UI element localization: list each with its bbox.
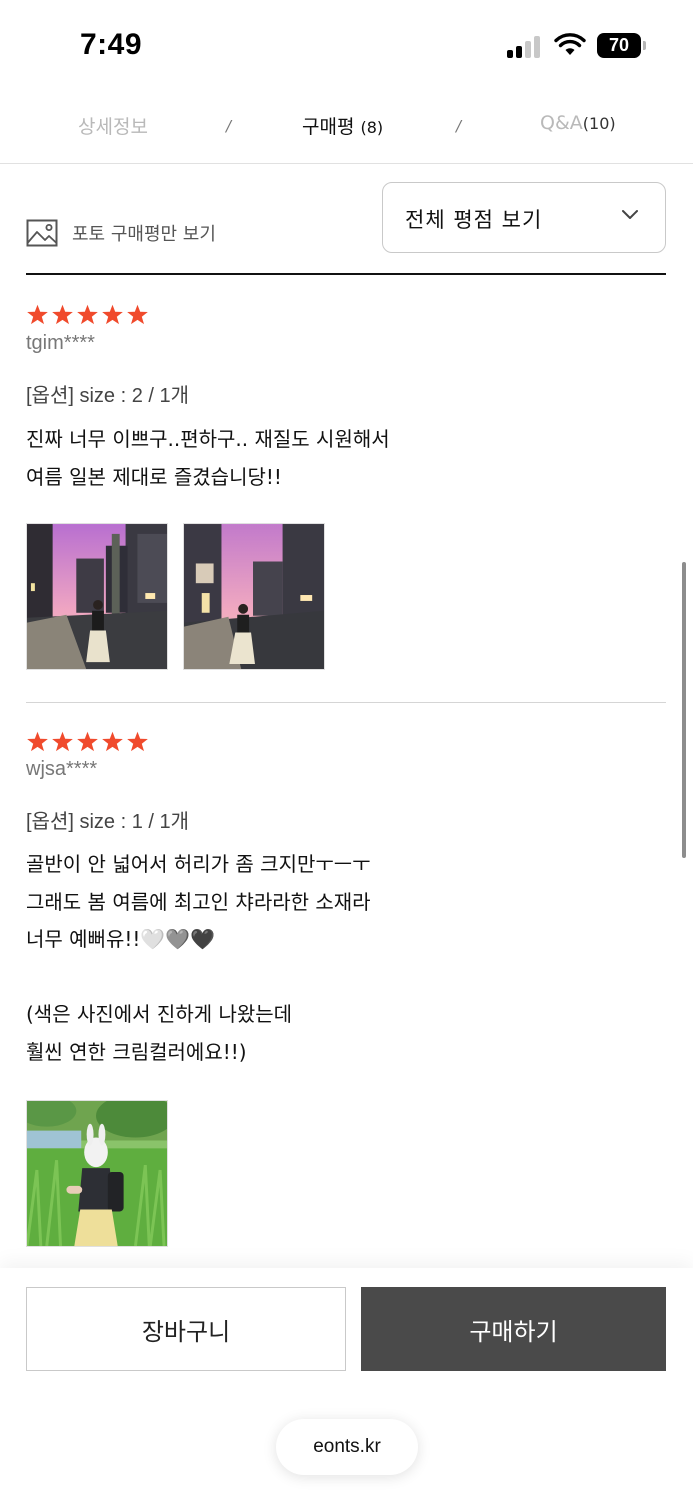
review-divider (26, 702, 666, 703)
tab-review-label: 구매평 (302, 116, 355, 138)
chevron-down-icon (622, 210, 638, 219)
status-bar: 7:49 70 (0, 0, 693, 92)
street-photo-image (27, 524, 167, 669)
review-text: 골반이 안 넓어서 허리가 좀 크지만ㅜㅡㅜ 그래도 봄 여름에 최고인 챠라라… (26, 852, 371, 1064)
tab-separator: / (226, 117, 232, 135)
battery-level: 70 (597, 33, 641, 58)
street-photo-image (184, 524, 324, 669)
review-option: [옵션] size : 1 / 1개 (26, 811, 190, 833)
tab-review[interactable]: 구매평 (8) (302, 112, 383, 139)
tab-qa-count: (10) (582, 114, 616, 133)
photo-review-filter[interactable]: 포토 구매평만 보기 (26, 219, 216, 247)
url-text: eonts.kr (313, 1436, 381, 1457)
tab-qa[interactable]: Q&A(10) (540, 112, 616, 134)
star-icon (127, 731, 148, 752)
star-icon (102, 731, 123, 752)
tab-qa-label: Q&A (540, 112, 583, 134)
image-icon (26, 219, 58, 247)
add-to-cart-label: 장바구니 (141, 1317, 231, 1346)
star-icon (102, 304, 123, 325)
add-to-cart-button[interactable]: 장바구니 (26, 1287, 346, 1371)
rating-filter-value: 전체 평점 보기 (405, 208, 543, 232)
battery-icon: 70 (597, 33, 647, 58)
review-author: tgim**** (26, 332, 95, 354)
star-icon (27, 304, 48, 325)
product-tabs: 상세정보 / 구매평 (8) / Q&A(10) (0, 92, 693, 164)
review-photo[interactable] (26, 1100, 168, 1247)
review-author: wjsa**** (26, 758, 98, 780)
star-icon (127, 304, 148, 325)
url-bar[interactable]: eonts.kr (276, 1419, 418, 1475)
review-text: 진짜 너무 이쁘구..편하구.. 재질도 시원해서 여름 일본 제대로 즐겼습니… (26, 427, 390, 489)
star-icon (77, 731, 98, 752)
star-icon (77, 304, 98, 325)
review-photo[interactable] (26, 523, 168, 670)
tab-detail-label: 상세정보 (78, 116, 148, 138)
star-icon (52, 731, 73, 752)
scrollbar[interactable] (682, 562, 686, 858)
photo-review-filter-label: 포토 구매평만 보기 (72, 224, 216, 245)
review-photo[interactable] (183, 523, 325, 670)
buy-now-label: 구매하기 (469, 1317, 558, 1346)
cellular-signal-icon (507, 34, 543, 58)
wifi-icon (554, 33, 586, 55)
list-top-divider (26, 273, 666, 275)
buy-now-button[interactable]: 구매하기 (361, 1287, 666, 1371)
status-time: 7:49 (80, 28, 143, 61)
star-icon (27, 731, 48, 752)
tab-detail[interactable]: 상세정보 (78, 112, 148, 139)
rating-filter-select[interactable]: 전체 평점 보기 (382, 182, 666, 253)
star-icon (52, 304, 73, 325)
garden-photo-image (27, 1101, 167, 1246)
star-rating (26, 731, 149, 753)
tab-review-count: (8) (360, 118, 384, 137)
star-rating (26, 304, 149, 326)
review-option: [옵션] size : 2 / 1개 (26, 385, 190, 407)
tab-separator: / (456, 117, 462, 135)
